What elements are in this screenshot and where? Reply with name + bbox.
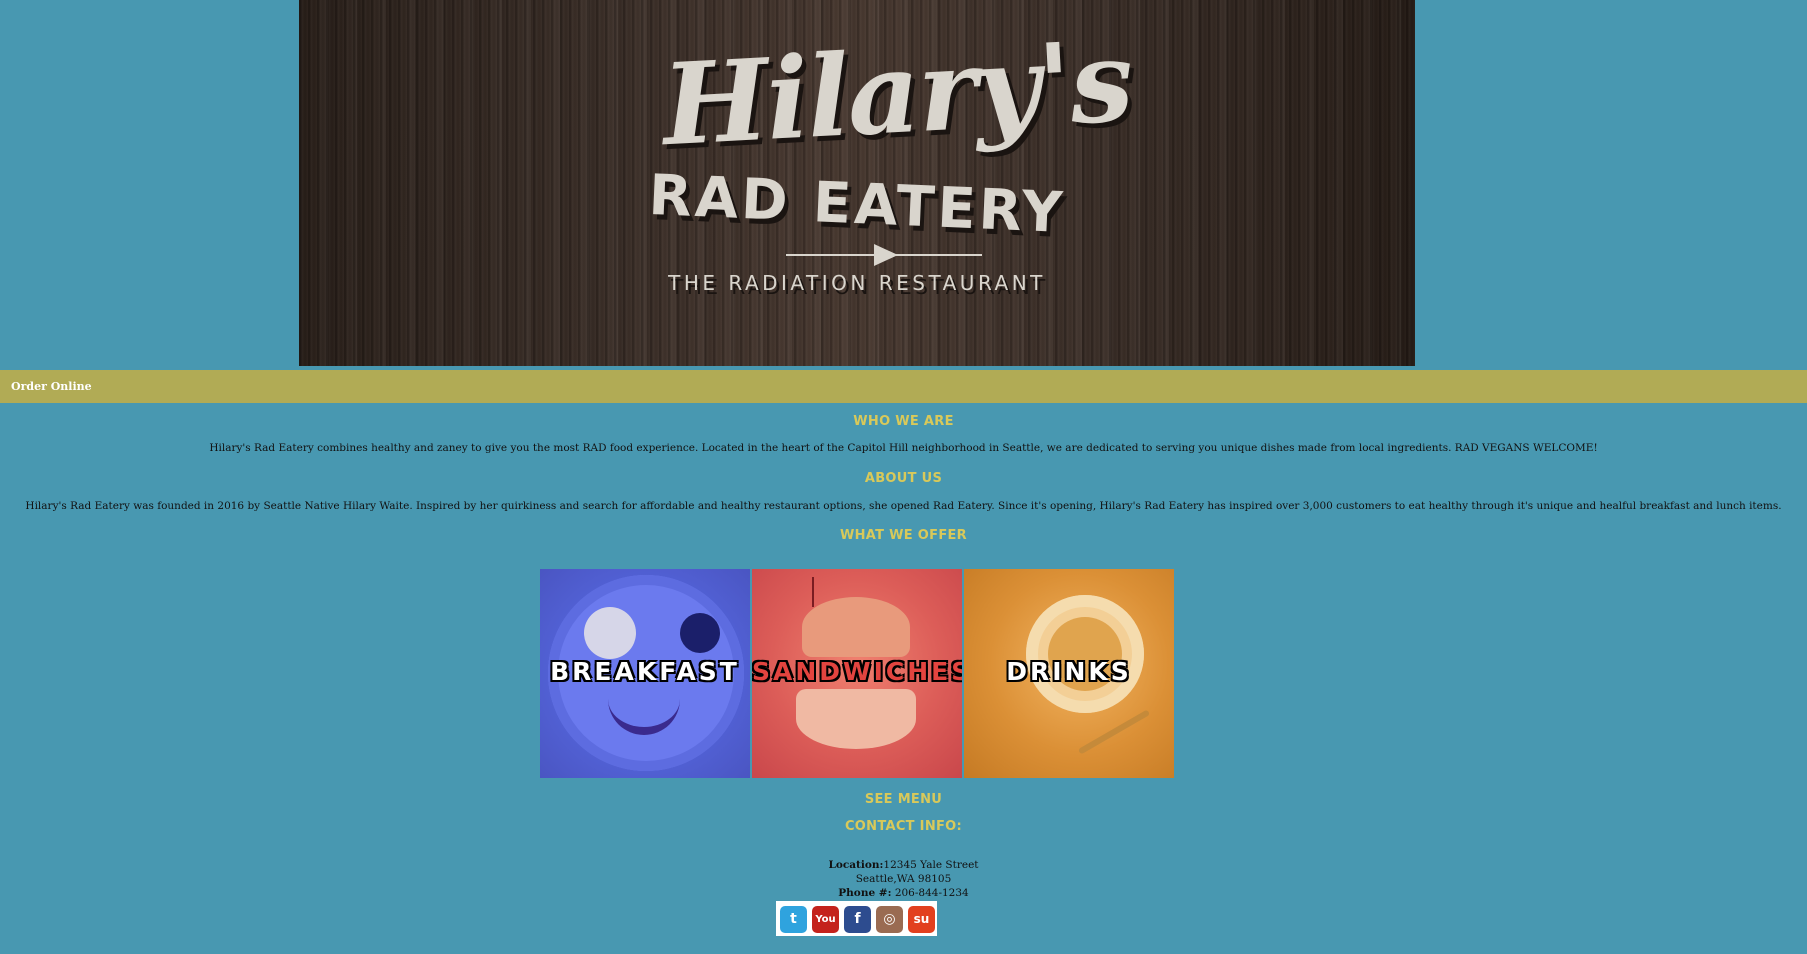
about-us-text: Hilary's Rad Eatery was founded in 2016 … (25, 500, 1782, 512)
filling-image (796, 689, 916, 749)
nav-bar: Order Online (0, 370, 1807, 403)
drinks-tile[interactable]: DRINKS (964, 569, 1174, 778)
twitter-icon[interactable]: t (780, 906, 807, 933)
about-us-heading: ABOUT US (864, 471, 943, 486)
what-we-offer-heading: WHAT WE OFFER (839, 528, 967, 543)
drinks-label: DRINKS (1006, 657, 1132, 686)
social-links: t You f ◎ su (776, 901, 937, 936)
egg-image (584, 607, 636, 659)
breakfast-tile[interactable]: BREAKFAST (540, 569, 750, 778)
phone-value: 206-844-1234 (894, 887, 969, 899)
who-we-are-heading: WHO WE ARE (853, 414, 954, 429)
sandwiches-tile[interactable]: SANDWICHES (752, 569, 962, 778)
header-banner: Hilary's RAD EATERY THE RADIATION RESTAU… (299, 0, 1415, 366)
phone-label: Phone #: (838, 887, 892, 899)
contact-phone: Phone #: 206-844-1234 (0, 887, 1807, 899)
facebook-icon[interactable]: f (844, 906, 871, 933)
logo-arrow-icon (786, 244, 982, 266)
location-label: Location: (828, 859, 884, 871)
breakfast-label: BREAKFAST (550, 657, 740, 686)
instagram-icon[interactable]: ◎ (876, 906, 903, 933)
who-we-are-text: Hilary's Rad Eatery combines healthy and… (209, 442, 1598, 454)
contact-info-heading: CONTACT INFO: (844, 819, 963, 834)
order-online-link[interactable]: Order Online (11, 380, 92, 393)
see-menu-link[interactable]: SEE MENU (0, 792, 1807, 807)
location-street: 12345 Yale Street (883, 859, 979, 871)
toothpick-image (812, 577, 814, 607)
spoon-image (1077, 709, 1151, 755)
contact-location: Location:12345 Yale Street (0, 859, 1807, 871)
youtube-icon[interactable]: You (812, 906, 839, 933)
logo-tagline: THE RADIATION RESTAURANT (668, 271, 1046, 295)
cup-image (680, 613, 720, 653)
stumbleupon-icon[interactable]: su (908, 906, 935, 933)
offer-tiles: BREAKFAST SANDWICHES DRINKS (540, 569, 1174, 778)
sandwiches-label: SANDWICHES (752, 657, 962, 686)
contact-city: Seattle,WA 98105 (855, 873, 952, 885)
bread-image (802, 597, 910, 657)
